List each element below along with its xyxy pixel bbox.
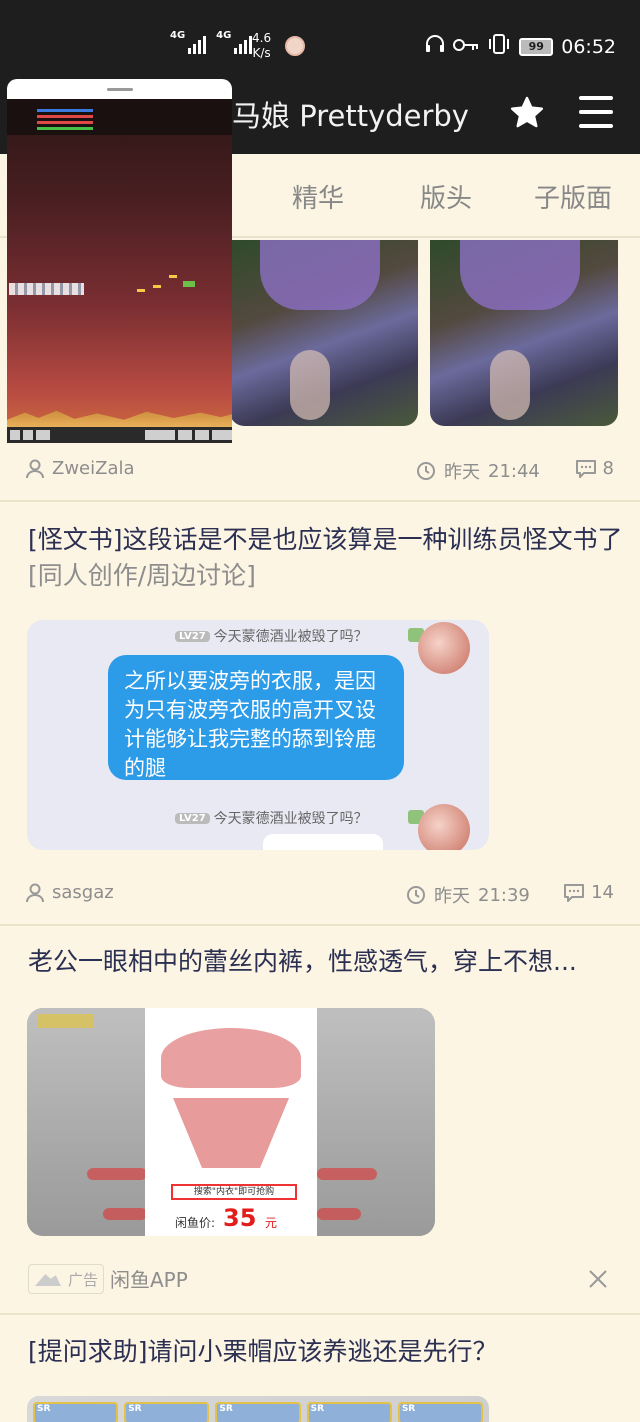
game-terrain [7,410,232,427]
clock-icon [407,886,425,904]
divider [0,500,640,502]
chat-username: 今天蒙德酒业被毁了吗？ [213,629,368,645]
chat-bubble: 之所以要波旁的衣服，是因为只有波旁衣服的高开叉设计能够让我完整的舔到铃鹿的腿 [108,655,404,780]
network-speed: 4.6 K/s [252,31,271,61]
time-clock: 21:44 [488,460,540,482]
divider [0,1313,640,1315]
tab-header[interactable]: 版头 [420,178,472,215]
post-author[interactable]: sasgaz [26,882,114,903]
ad-price-label: 闲鱼价: [175,1216,216,1230]
network-type-label: 4G [216,30,232,41]
chat-avatar [418,622,470,674]
key-icon [453,36,479,57]
post-image[interactable] [230,240,418,426]
ad-price-unit: 元 [265,1216,278,1230]
chat-username: 今天蒙德酒业被毁了吗？ [213,811,368,827]
ad-label-text: 广告 [67,1270,98,1289]
network-speed-value: 4.6 [252,31,272,45]
ad-product: 搜索"内衣"即可抢购 闲鱼价: 35 元 [145,1008,317,1236]
signal-indicators: 4G 4G [170,30,253,54]
card-thumb: SR [215,1402,301,1422]
signal-icon: 4G [170,30,207,54]
forum-title: 马娘 Prettyderby [232,99,469,133]
post-image[interactable] [430,240,618,426]
favorite-button[interactable] [508,94,546,132]
post-time: 昨天 21:39 [406,882,530,908]
menu-button[interactable] [579,96,613,128]
post-meta: sasgaz 昨天 21:39 14 [0,872,640,916]
card-thumb: SR [33,1402,119,1422]
comment-icon [564,883,585,902]
ad-search-box: 搜索"内衣"即可抢购 [171,1184,297,1200]
clock: 06:52 [561,35,616,58]
comment-count-value: 8 [602,458,614,479]
post-title-text[interactable]: [怪文书]这段话是不是也应该算是一种训练员怪文书了 [28,525,623,554]
drag-handle[interactable] [107,88,133,91]
floating-game-window[interactable] [7,79,232,443]
notification-avatar-icon [285,36,305,56]
comment-icon [575,459,596,478]
post-title[interactable]: 老公一眼相中的蕾丝内裤，性感透气，穿上不想... [28,944,628,980]
level-badge: LV27 [175,630,210,642]
network-speed-unit: K/s [252,46,271,60]
headphones-icon [425,35,445,58]
game-controls[interactable] [7,427,232,443]
post-title-text[interactable]: [提问求助]请问小栗帽应该养逃还是先行？ [28,1337,498,1366]
product-bra [161,1028,301,1088]
tab-featured[interactable]: 精华 [292,178,344,215]
card-thumb: SR [124,1402,210,1422]
network-type-label: 4G [170,30,186,41]
post-title-text[interactable]: 老公一眼相中的蕾丝内裤，性感透气，穿上不想... [28,947,577,976]
ad-image[interactable]: 搜索"内衣"即可抢购 闲鱼价: 35 元 [27,1008,435,1236]
status-right: 99 06:52 [425,34,616,59]
menu-icon [579,96,613,100]
chat-avatar [418,804,470,850]
post-time: 昨天 21:44 [416,458,540,484]
ad-price: 35 [223,1204,257,1232]
ad-close-button[interactable] [587,1268,609,1290]
post-meta: ZweiZala 昨天 21:44 8 [0,448,640,492]
post-image[interactable]: SR SR SR SR SR [27,1396,489,1422]
vibrate-icon [487,34,511,59]
card-thumb: SR [397,1402,484,1422]
game-hud [7,99,232,135]
comment-count[interactable]: 8 [575,458,614,479]
chat-header: LV27 今天蒙德酒业被毁了吗？ [175,626,368,646]
battery-icon: 99 [519,37,554,56]
card-thumb: SR [306,1402,392,1422]
user-icon [26,883,44,902]
ad-logo-icon [35,1274,61,1286]
game-ship [9,283,84,295]
ad-image-badge [37,1014,93,1028]
signal-icon: 4G [216,30,253,54]
post-image[interactable]: LV27 今天蒙德酒业被毁了吗？ 之所以要波旁的衣服，是因为只有波旁衣服的高开叉… [27,620,489,850]
chat-header: LV27 今天蒙德酒业被毁了吗？ [175,808,368,828]
divider [0,924,640,926]
tab-subforums[interactable]: 子版面 [534,178,612,215]
author-name[interactable]: sasgaz [52,882,114,903]
ad-source[interactable]: 闲鱼APP [110,1264,188,1293]
clock-icon [417,462,435,480]
author-name[interactable]: ZweiZala [52,458,135,479]
user-icon [26,459,44,478]
level-badge: LV27 [175,812,210,824]
close-icon [589,1270,607,1288]
star-icon [510,96,544,128]
time-day: 昨天 [434,886,470,907]
product-brief [173,1098,289,1168]
ad-meta: 广告 闲鱼APP [0,1262,640,1296]
post-category-tag: [同人创作/周边讨论] [28,561,256,590]
time-clock: 21:39 [478,884,530,906]
post-author[interactable]: ZweiZala [26,458,135,479]
time-day: 昨天 [444,462,480,483]
comment-count[interactable]: 14 [563,882,614,903]
post-title[interactable]: [提问求助]请问小栗帽应该养逃还是先行？ [28,1334,628,1370]
ad-badge: 广告 [28,1264,104,1294]
game-canvas[interactable] [7,99,232,443]
comment-count-value: 14 [591,882,614,903]
post-title[interactable]: [怪文书]这段话是不是也应该算是一种训练员怪文书了 [同人创作/周边讨论] [28,522,628,594]
